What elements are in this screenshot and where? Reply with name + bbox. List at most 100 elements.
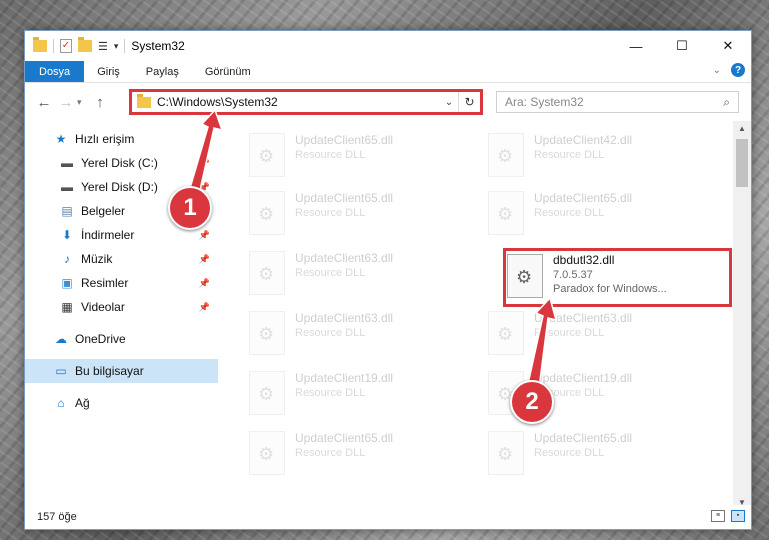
dll-file-icon bbox=[507, 254, 543, 298]
list-item[interactable]: UpdateClient19.dll Resource DLL bbox=[245, 365, 473, 423]
nav-item-pictures[interactable]: ▣ Resimler 📌 bbox=[25, 271, 218, 295]
expand-ribbon-icon[interactable]: ⌄ bbox=[713, 65, 721, 76]
scroll-thumb[interactable] bbox=[736, 139, 748, 187]
list-item[interactable]: UpdateClient65.dll Resource DLL bbox=[245, 127, 473, 185]
tab-gorunum[interactable]: Görünüm bbox=[192, 61, 264, 82]
network-icon: ⌂ bbox=[57, 396, 65, 410]
nav-item-network[interactable]: ⌂ Ağ bbox=[25, 391, 218, 415]
minimize-button[interactable]: — bbox=[613, 31, 659, 61]
file-type: Resource DLL bbox=[295, 207, 366, 219]
title-bar: ✓ ☰ ▾ System32 — ☐ ✕ bbox=[25, 31, 751, 61]
nav-item-label: Müzik bbox=[81, 252, 113, 266]
file-name: UpdateClient65.dll bbox=[534, 431, 633, 445]
list-item[interactable]: UpdateClient63.dll Resource DLL bbox=[245, 305, 473, 363]
forward-button[interactable]: → bbox=[55, 94, 77, 111]
videos-icon: ▦ bbox=[61, 300, 73, 314]
nav-item-label: Yerel Disk (D:) bbox=[81, 180, 158, 194]
explorer-window: ✓ ☰ ▾ System32 — ☐ ✕ Dosya Giriş Paylaş … bbox=[24, 30, 752, 530]
list-item[interactable]: UpdateClient65.dll Resource DLL bbox=[484, 185, 712, 243]
file-list: UpdateClient65.dll Resource DLL UpdateCli… bbox=[218, 121, 735, 511]
pin-icon[interactable]: 📌 bbox=[199, 302, 210, 313]
search-box[interactable]: Ara: System32 ⌕ bbox=[496, 91, 739, 113]
dll-file-icon bbox=[488, 311, 524, 355]
help-icon[interactable]: ? bbox=[731, 63, 745, 77]
file-description: Paradox for Windows... bbox=[553, 283, 667, 295]
properties-icon[interactable]: ✓ bbox=[60, 39, 72, 53]
file-version: 7.0.5.37 bbox=[553, 269, 593, 281]
file-name: UpdateClient42.dll bbox=[534, 133, 633, 147]
list-item[interactable]: UpdateClient42.dll Resource DLL bbox=[484, 127, 712, 185]
file-name: UpdateClient63.dll bbox=[295, 251, 394, 265]
navigation-bar: ← → ▾ ↑ C:\Windows\System32 ⌄ ↻ Ara: Sys… bbox=[25, 83, 751, 121]
list-item[interactable]: UpdateClient63.dll Resource DLL bbox=[245, 245, 473, 303]
dll-file-icon bbox=[488, 191, 524, 235]
details-view-icon[interactable]: ≡ bbox=[711, 510, 725, 522]
vertical-scrollbar[interactable]: ▲ ▼ bbox=[733, 121, 751, 511]
file-name: UpdateClient65.dll bbox=[295, 431, 394, 445]
ribbon-right: ⌄ ? bbox=[713, 63, 745, 77]
file-type: Resource DLL bbox=[534, 207, 605, 219]
item-count: 157 öğe bbox=[37, 511, 77, 523]
back-button[interactable]: ← bbox=[33, 94, 55, 111]
address-path[interactable]: C:\Windows\System32 bbox=[157, 95, 440, 109]
nav-item-quick-access[interactable]: ★ Hızlı erişim bbox=[25, 127, 218, 151]
customize-dropdown-icon[interactable]: ▾ bbox=[114, 41, 119, 52]
scroll-up-icon[interactable]: ▲ bbox=[733, 121, 751, 137]
tab-giris[interactable]: Giriş bbox=[84, 61, 133, 82]
address-bar[interactable]: C:\Windows\System32 ⌄ ↻ bbox=[129, 89, 483, 115]
nav-item-videos[interactable]: ▦ Videolar 📌 bbox=[25, 295, 218, 319]
list-item[interactable]: UpdateClient63.dll Resource DLL bbox=[484, 305, 712, 363]
navigation-pane: ★ Hızlı erişim ▬ Yerel Disk (C:) 📌 ▬ Yer… bbox=[25, 121, 218, 511]
up-button[interactable]: ↑ bbox=[89, 94, 111, 111]
file-name: UpdateClient65.dll bbox=[295, 191, 394, 205]
view-toggle: ≡ ▪ bbox=[711, 510, 745, 522]
dll-file-icon bbox=[249, 133, 285, 177]
tab-dosya[interactable]: Dosya bbox=[25, 61, 85, 82]
dll-file-icon bbox=[488, 431, 524, 475]
maximize-button[interactable]: ☐ bbox=[659, 31, 705, 61]
file-name: UpdateClient63.dll bbox=[534, 311, 633, 325]
divider bbox=[124, 39, 126, 53]
pin-icon[interactable]: 📌 bbox=[199, 278, 210, 289]
file-type: Resource DLL bbox=[295, 149, 366, 161]
nav-item-label: İndirmeler bbox=[81, 228, 135, 242]
address-dropdown-icon[interactable]: ⌄ bbox=[440, 97, 458, 108]
nav-item-onedrive[interactable]: ☁ OneDrive bbox=[25, 327, 218, 351]
list-item[interactable]: UpdateClient65.dll Resource DLL bbox=[245, 425, 473, 483]
nav-item-label: Bu bilgisayar bbox=[75, 364, 144, 378]
highlighted-file[interactable]: dbdutl32.dll 7.0.5.37 Paradox for Window… bbox=[507, 252, 727, 304]
nav-item-music[interactable]: ♪ Müzik 📌 bbox=[25, 247, 218, 271]
new-folder-icon[interactable] bbox=[78, 37, 92, 52]
nav-item-label: Yerel Disk (C:) bbox=[81, 156, 158, 170]
list-item[interactable]: UpdateClient65.dll Resource DLL bbox=[484, 425, 712, 483]
drive-icon: ▬ bbox=[61, 180, 73, 194]
file-name: UpdateClient19.dll bbox=[534, 371, 633, 385]
dll-file-icon bbox=[249, 191, 285, 235]
nav-item-label: Belgeler bbox=[81, 204, 126, 218]
file-name: UpdateClient19.dll bbox=[295, 371, 394, 385]
nav-item-label: Ağ bbox=[75, 396, 90, 410]
window-controls: — ☐ ✕ bbox=[613, 31, 751, 61]
file-type: Resource DLL bbox=[534, 149, 605, 161]
search-input[interactable]: Ara: System32 bbox=[505, 95, 723, 109]
refresh-button[interactable]: ↻ bbox=[458, 92, 480, 112]
tab-paylas[interactable]: Paylaş bbox=[133, 61, 192, 82]
music-icon: ♪ bbox=[64, 252, 70, 266]
nav-item-this-pc[interactable]: ▭ Bu bilgisayar bbox=[25, 359, 218, 383]
file-name: UpdateClient63.dll bbox=[295, 311, 394, 325]
pin-icon[interactable]: 📌 bbox=[199, 254, 210, 265]
nav-item-local-disk-c[interactable]: ▬ Yerel Disk (C:) 📌 bbox=[25, 151, 218, 175]
folder-icon bbox=[137, 93, 151, 108]
star-icon: ★ bbox=[55, 132, 67, 146]
pin-icon[interactable]: 📌 bbox=[199, 158, 210, 169]
list-item[interactable]: UpdateClient65.dll Resource DLL bbox=[245, 185, 473, 243]
view-options-icon[interactable]: ☰ bbox=[98, 40, 108, 53]
nav-item-label: OneDrive bbox=[75, 332, 126, 346]
drive-icon: ▬ bbox=[61, 156, 73, 170]
large-icons-view-icon[interactable]: ▪ bbox=[731, 510, 745, 522]
nav-item-label: Videolar bbox=[81, 300, 125, 314]
close-button[interactable]: ✕ bbox=[705, 31, 751, 61]
pictures-icon: ▣ bbox=[61, 276, 73, 290]
recent-locations-dropdown[interactable]: ▾ bbox=[77, 97, 89, 108]
pin-icon[interactable]: 📌 bbox=[199, 230, 210, 241]
